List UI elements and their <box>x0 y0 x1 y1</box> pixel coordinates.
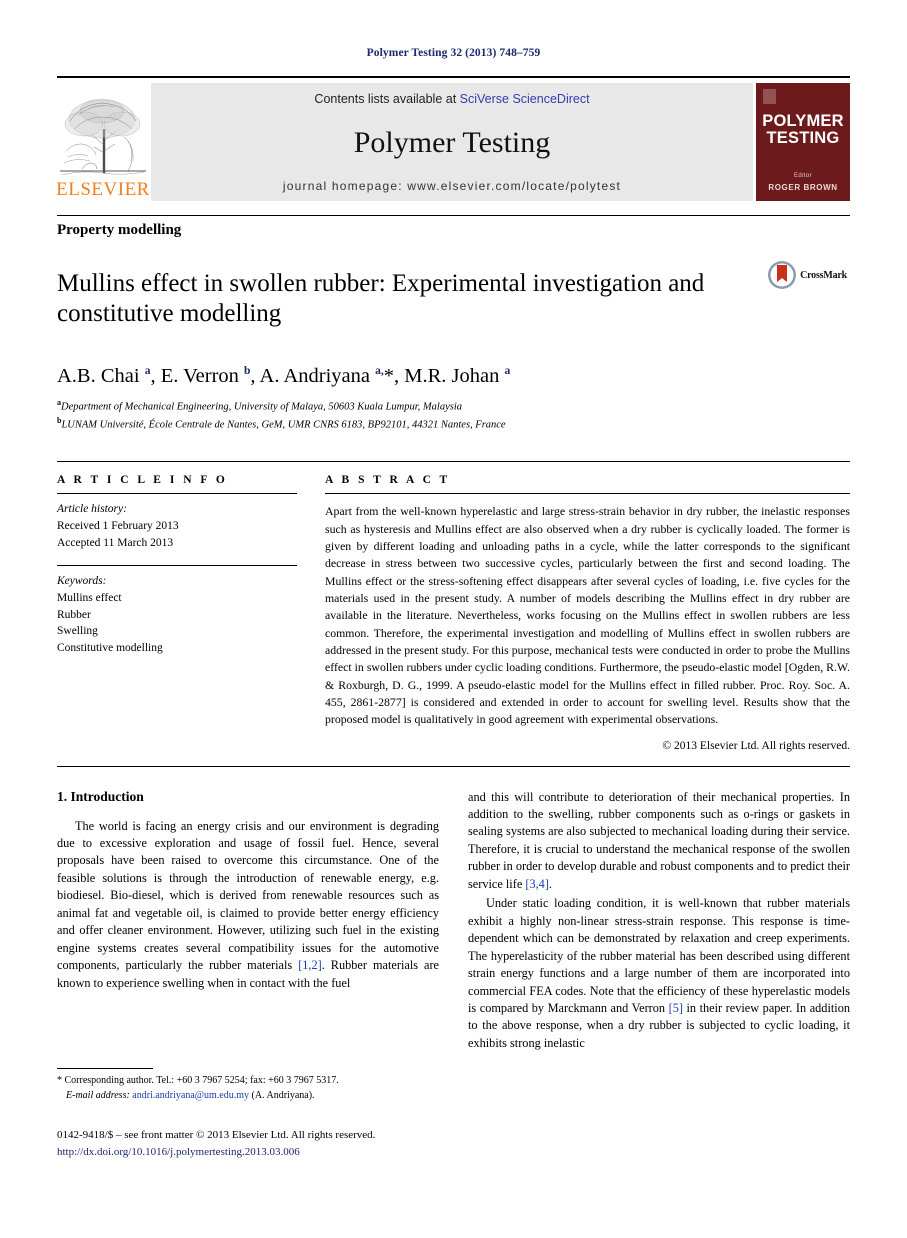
cover-title-line2: TESTING <box>766 128 840 147</box>
footnote-block: * Corresponding author. Tel.: +60 3 7967… <box>57 1068 435 1103</box>
journal-banner: Contents lists available at SciVerse Sci… <box>151 83 753 201</box>
divider <box>57 565 297 567</box>
imprint-line: 0142-9418/$ – see front matter © 2013 El… <box>57 1129 376 1141</box>
crossmark-label: CrossMark <box>800 269 847 281</box>
cover-elsevier-mark-icon <box>763 89 776 104</box>
author-list: A.B. Chai a, E. Verron b, A. Andriyana a… <box>57 364 511 387</box>
divider <box>57 493 297 495</box>
introduction-heading: 1. Introduction <box>57 788 144 804</box>
abstract-column: A B S T R A C T Apart from the well-know… <box>325 474 850 752</box>
running-head: Polymer Testing 32 (2013) 748–759 <box>366 47 541 59</box>
crossmark-badge[interactable]: CrossMark <box>764 258 850 292</box>
paragraph: The world is facing an energy crisis and… <box>57 818 439 993</box>
article-history-label: Article history: <box>57 503 127 516</box>
keyword-item: Rubber <box>57 608 91 621</box>
journal-masthead: ELSEVIER Contents lists available at Sci… <box>56 76 850 201</box>
article-history: Article history: Received 1 February 201… <box>57 501 297 551</box>
elsevier-tree-icon <box>58 91 148 179</box>
abstract-text: Apart from the well-known hyperelastic a… <box>325 504 850 727</box>
keyword-item: Constitutive modelling <box>57 642 163 655</box>
body-column-left: 1. Introduction The world is facing an e… <box>57 789 439 1055</box>
journal-cover-thumbnail: POLYMER TESTING Editor ROGER BROWN <box>756 83 850 201</box>
citation-link[interactable]: [5] <box>669 1001 683 1015</box>
email-suffix: (A. Andriyana). <box>248 1089 315 1101</box>
keyword-item: Swelling <box>57 625 98 638</box>
footnote-divider <box>57 1068 153 1069</box>
info-abstract-block: A R T I C L E I N F O Article history: R… <box>57 461 850 752</box>
elsevier-wordmark: ELSEVIER <box>56 179 150 200</box>
cover-editor-label: Editor <box>793 172 813 179</box>
citation-link[interactable]: [1,2] <box>298 958 322 972</box>
abstract-copyright: © 2013 Elsevier Ltd. All rights reserved… <box>662 739 850 752</box>
paragraph-text: . <box>548 876 552 891</box>
affiliation-text: Department of Mechanical Engineering, Un… <box>61 401 462 412</box>
journal-title: Polymer Testing <box>353 125 551 159</box>
imprint-block: 0142-9418/$ – see front matter © 2013 El… <box>57 1127 477 1160</box>
divider <box>325 493 850 495</box>
affiliation-item: aDepartment of Mechanical Engineering, U… <box>57 397 850 415</box>
crossmark-icon <box>768 261 797 289</box>
article-info-column: A R T I C L E I N F O Article history: R… <box>57 474 297 751</box>
paragraph-text: Under static loading condition, it is we… <box>468 896 850 1016</box>
corresponding-author-note: * Corresponding author. Tel.: +60 3 7967… <box>57 1074 435 1103</box>
page-title: Mullins effect in swollen rubber: Experi… <box>57 269 705 328</box>
email-label: E-mail address: <box>66 1089 133 1101</box>
sciencedirect-link[interactable]: SciVerse ScienceDirect <box>460 92 590 106</box>
citation-link[interactable]: [3,4] <box>525 877 549 891</box>
keywords-label: Keywords: <box>57 575 107 588</box>
keyword-item: Mullins effect <box>57 592 122 604</box>
doi-link[interactable]: http://dx.doi.org/10.1016/j.polymertesti… <box>57 1144 477 1161</box>
keywords-block: Keywords: Mullins effect Rubber Swelling… <box>57 573 297 656</box>
contents-list-line: Contents lists available at SciVerse Sci… <box>314 92 589 106</box>
paragraph-text: and this will contribute to deterioratio… <box>468 789 850 891</box>
body-columns: 1. Introduction The world is facing an e… <box>57 789 850 1055</box>
elsevier-logo: ELSEVIER <box>56 83 150 201</box>
email-link[interactable]: andri.andriyana@um.edu.my <box>132 1090 249 1101</box>
body-column-right: and this will contribute to deterioratio… <box>468 789 850 1055</box>
abstract-heading: A B S T R A C T <box>325 474 451 487</box>
article-accepted: Accepted 11 March 2013 <box>57 536 174 549</box>
contents-prefix: Contents lists available at <box>314 92 460 106</box>
paragraph-text: The world is facing an energy crisis and… <box>57 818 439 973</box>
article-page: Polymer Testing 32 (2013) 748–759 ELSEVI… <box>0 0 907 1238</box>
section-label: Property modelling <box>57 215 850 239</box>
cover-title: POLYMER TESTING <box>762 113 843 147</box>
affiliation-list: aDepartment of Mechanical Engineering, U… <box>57 397 850 434</box>
divider <box>57 765 850 767</box>
title-row: Mullins effect in swollen rubber: Experi… <box>57 252 850 347</box>
article-info-heading: A R T I C L E I N F O <box>57 474 228 487</box>
journal-homepage-link[interactable]: journal homepage: www.elsevier.com/locat… <box>283 179 621 193</box>
affiliation-text: LUNAM Université, École Centrale de Nant… <box>61 419 506 431</box>
corresponding-author-text: * Corresponding author. Tel.: +60 3 7967… <box>57 1075 339 1086</box>
affiliation-item: bLUNAM Université, École Centrale de Nan… <box>57 415 850 433</box>
cover-editor-name: ROGER BROWN <box>768 182 838 192</box>
paragraph: Under static loading condition, it is we… <box>468 895 850 1052</box>
cover-title-line1: POLYMER <box>762 112 844 130</box>
paragraph: and this will contribute to deterioratio… <box>468 789 850 894</box>
article-received: Received 1 February 2013 <box>57 519 179 532</box>
